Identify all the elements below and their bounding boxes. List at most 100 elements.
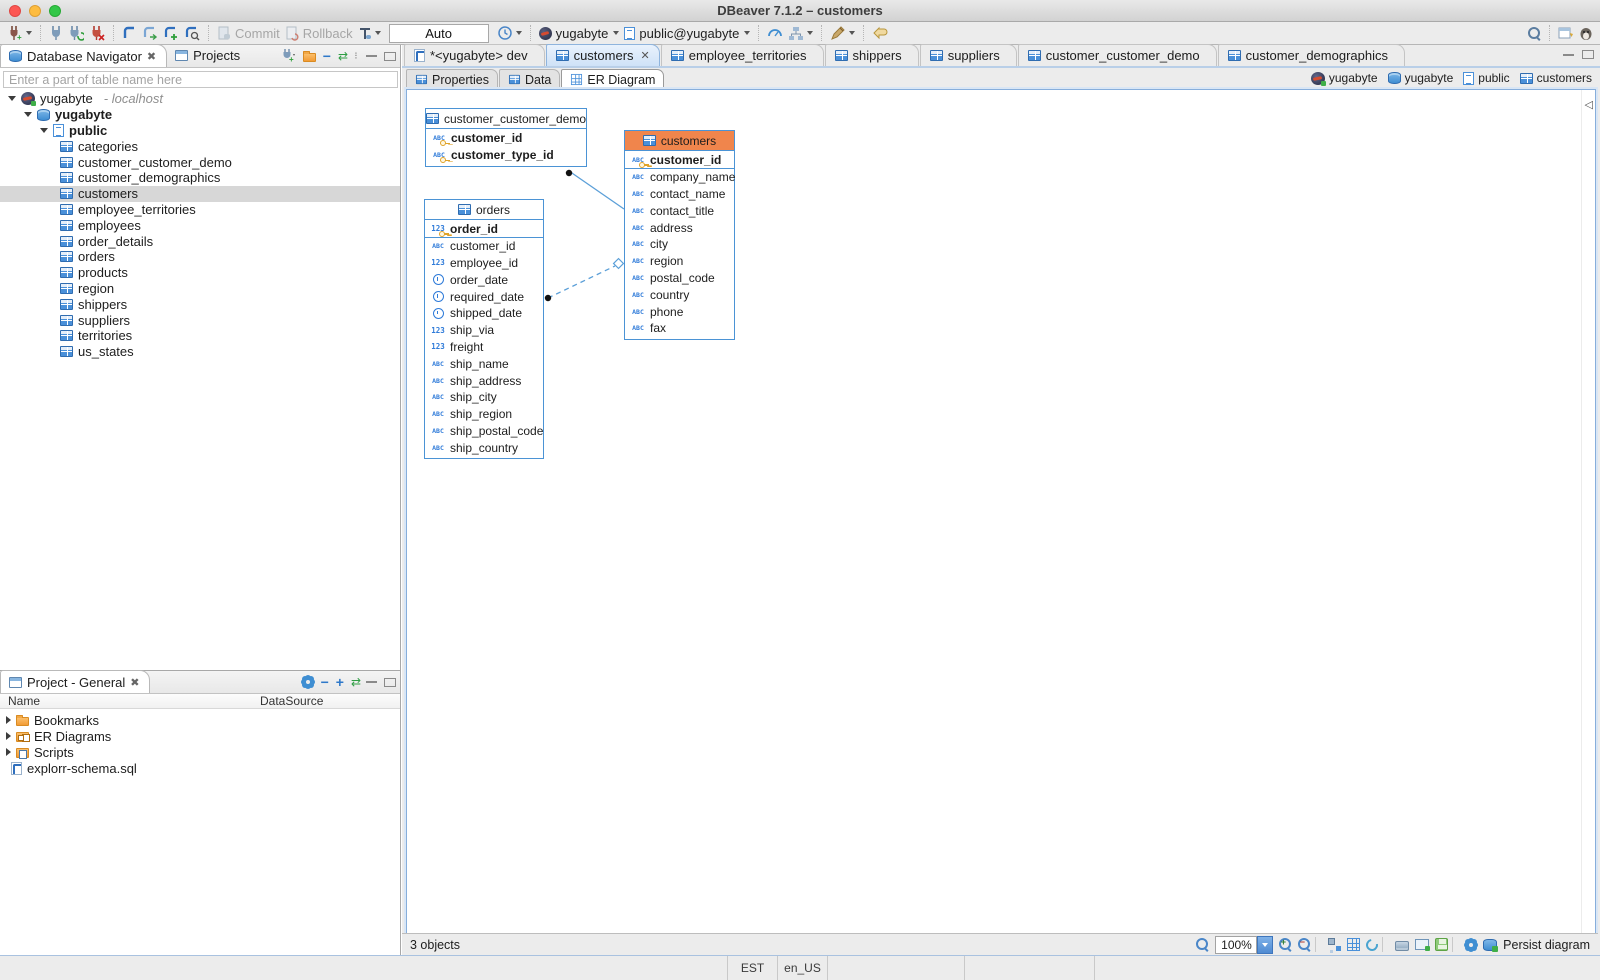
tree-node-table[interactable]: customer_customer_demo	[0, 154, 400, 170]
entity-column[interactable]: ship_region	[425, 406, 543, 423]
entity-column[interactable]: employee_id	[425, 255, 543, 272]
project-tree-item[interactable]: explorr-schema.sql	[0, 760, 400, 776]
entity-column[interactable]: ship_postal_code	[425, 423, 543, 440]
entity-column[interactable]: shipped_date	[425, 305, 543, 322]
expander-icon[interactable]	[40, 128, 48, 133]
locale-cell[interactable]: en_US	[778, 956, 828, 980]
breadcrumb-item[interactable]: yugabyte	[1388, 71, 1454, 85]
tree-node-table[interactable]: customers	[0, 186, 400, 202]
breadcrumb-item[interactable]: yugabyte	[1311, 71, 1378, 85]
search-button[interactable]	[1527, 24, 1542, 42]
transaction-log-button[interactable]	[496, 24, 523, 42]
new-folder-icon[interactable]	[303, 53, 316, 62]
erd-layout-button[interactable]	[787, 24, 814, 42]
tab-project-general[interactable]: Project - General	[0, 670, 150, 693]
entity-column[interactable]: ship_via	[425, 322, 543, 339]
entity-column[interactable]: postal_code	[625, 270, 734, 287]
entity-column[interactable]: ship_address	[425, 372, 543, 389]
entity-column[interactable]: order_id	[425, 221, 543, 238]
tab-projects[interactable]: Projects	[167, 44, 250, 67]
connect-button[interactable]	[48, 24, 64, 42]
editor-subtab[interactable]: ER Diagram	[561, 69, 664, 89]
editor-tab[interactable]: employee_territories	[661, 44, 824, 66]
back-button[interactable]	[871, 24, 890, 42]
entity-column[interactable]: contact_name	[625, 186, 734, 203]
view-menu-icon[interactable]: ⁝	[353, 54, 359, 59]
tree-node-table[interactable]: orders	[0, 249, 400, 265]
entity-column[interactable]: ship_city	[425, 389, 543, 406]
open-view-button[interactable]	[1557, 24, 1575, 42]
tree-node-table[interactable]: us_states	[0, 344, 400, 360]
connection-selector[interactable]: yugabyte	[538, 24, 621, 42]
maximize-editor-icon[interactable]	[1582, 50, 1594, 59]
sql-generator-button[interactable]	[829, 24, 856, 42]
commit-button[interactable]: Commit	[216, 24, 281, 42]
er-diagram-canvas[interactable]: ◁ customer_customer_demo	[406, 89, 1596, 978]
entity-header[interactable]: customers	[625, 131, 734, 151]
editor-tab[interactable]: customer_demographics	[1218, 44, 1405, 66]
tree-node-table[interactable]: products	[0, 265, 400, 281]
tree-node-table[interactable]: employees	[0, 217, 400, 233]
erd-layout-dropdown[interactable]	[807, 31, 813, 35]
connect-plug-icon[interactable]: +	[281, 49, 296, 63]
editor-subtab[interactable]: Properties	[406, 69, 498, 89]
close-view-icon[interactable]	[147, 50, 156, 63]
entity-column[interactable]: freight	[425, 339, 543, 356]
entity-column[interactable]: customer_type_id	[426, 147, 586, 164]
new-connection-button[interactable]: +	[6, 24, 33, 42]
entity-header[interactable]: orders	[425, 200, 543, 220]
editor-tab[interactable]: *<yugabyte> dev	[404, 44, 545, 66]
new-connection-dropdown[interactable]	[26, 31, 32, 35]
link-with-editor-icon[interactable]: ⇄	[338, 49, 346, 63]
tree-node-table[interactable]: customer_demographics	[0, 170, 400, 186]
tree-node-schema[interactable]: public	[0, 123, 400, 139]
maximize-view-icon[interactable]	[384, 678, 396, 687]
tab-database-navigator[interactable]: Database Navigator	[0, 44, 167, 67]
close-window-button[interactable]	[9, 5, 21, 17]
entity-column[interactable]: city	[625, 236, 734, 253]
editor-subtab[interactable]: Data	[499, 69, 560, 89]
schema-selector[interactable]: public@yugabyte	[623, 24, 751, 42]
editor-tab[interactable]: customers ✕	[546, 44, 660, 66]
tree-node-database[interactable]: yugabyte	[0, 107, 400, 123]
entity-column[interactable]: ship_country	[425, 439, 543, 456]
entity-column[interactable]: fax	[625, 320, 734, 337]
transaction-mode-button[interactable]	[357, 24, 382, 42]
app-menu-button[interactable]	[1578, 24, 1594, 42]
entity-customers[interactable]: customers customer_id company_name	[624, 130, 735, 340]
entity-customer-customer-demo[interactable]: customer_customer_demo customer_id custo…	[425, 108, 587, 167]
entity-orders[interactable]: orders order_id customer_id	[424, 199, 544, 459]
transaction-mode-dropdown[interactable]	[375, 31, 381, 35]
collapse-all-icon[interactable]: −	[323, 50, 331, 62]
entity-column[interactable]: address	[625, 219, 734, 236]
editor-tab[interactable]: customer_customer_demo	[1018, 44, 1217, 66]
dashboard-button[interactable]	[766, 24, 784, 42]
entity-column[interactable]: customer_id	[425, 238, 543, 255]
disconnect-button[interactable]	[88, 24, 106, 42]
rollback-button[interactable]: Rollback	[284, 24, 354, 42]
project-tree-item[interactable]: Bookmarks	[0, 712, 400, 728]
table-filter-input[interactable]	[3, 71, 398, 88]
tree-node-table[interactable]: suppliers	[0, 312, 400, 328]
tree-node-table[interactable]: territories	[0, 328, 400, 344]
entity-column[interactable]: country	[625, 286, 734, 303]
entity-column[interactable]: region	[625, 253, 734, 270]
tree-node-table[interactable]: order_details	[0, 233, 400, 249]
project-tree-item[interactable]: ER Diagrams	[0, 728, 400, 744]
transaction-log-dropdown[interactable]	[516, 31, 522, 35]
tree-node-table[interactable]: shippers	[0, 296, 400, 312]
entity-column[interactable]: company_name	[625, 169, 734, 186]
breadcrumb-item[interactable]: public	[1463, 71, 1509, 85]
expander-icon[interactable]	[6, 748, 11, 756]
entity-header[interactable]: customer_customer_demo	[426, 109, 586, 129]
tree-node-connection[interactable]: yugabyte - localhost	[0, 91, 400, 107]
entity-column[interactable]: customer_id	[426, 130, 586, 147]
timezone-cell[interactable]: EST	[728, 956, 778, 980]
expander-icon[interactable]	[8, 96, 16, 101]
sql-editor-button[interactable]	[121, 24, 138, 42]
column-header-name[interactable]: Name	[0, 694, 260, 708]
sql-editor-open-button[interactable]	[183, 24, 201, 42]
column-header-datasource[interactable]: DataSource	[260, 694, 400, 708]
entity-column[interactable]: required_date	[425, 288, 543, 305]
tree-node-table[interactable]: region	[0, 281, 400, 297]
